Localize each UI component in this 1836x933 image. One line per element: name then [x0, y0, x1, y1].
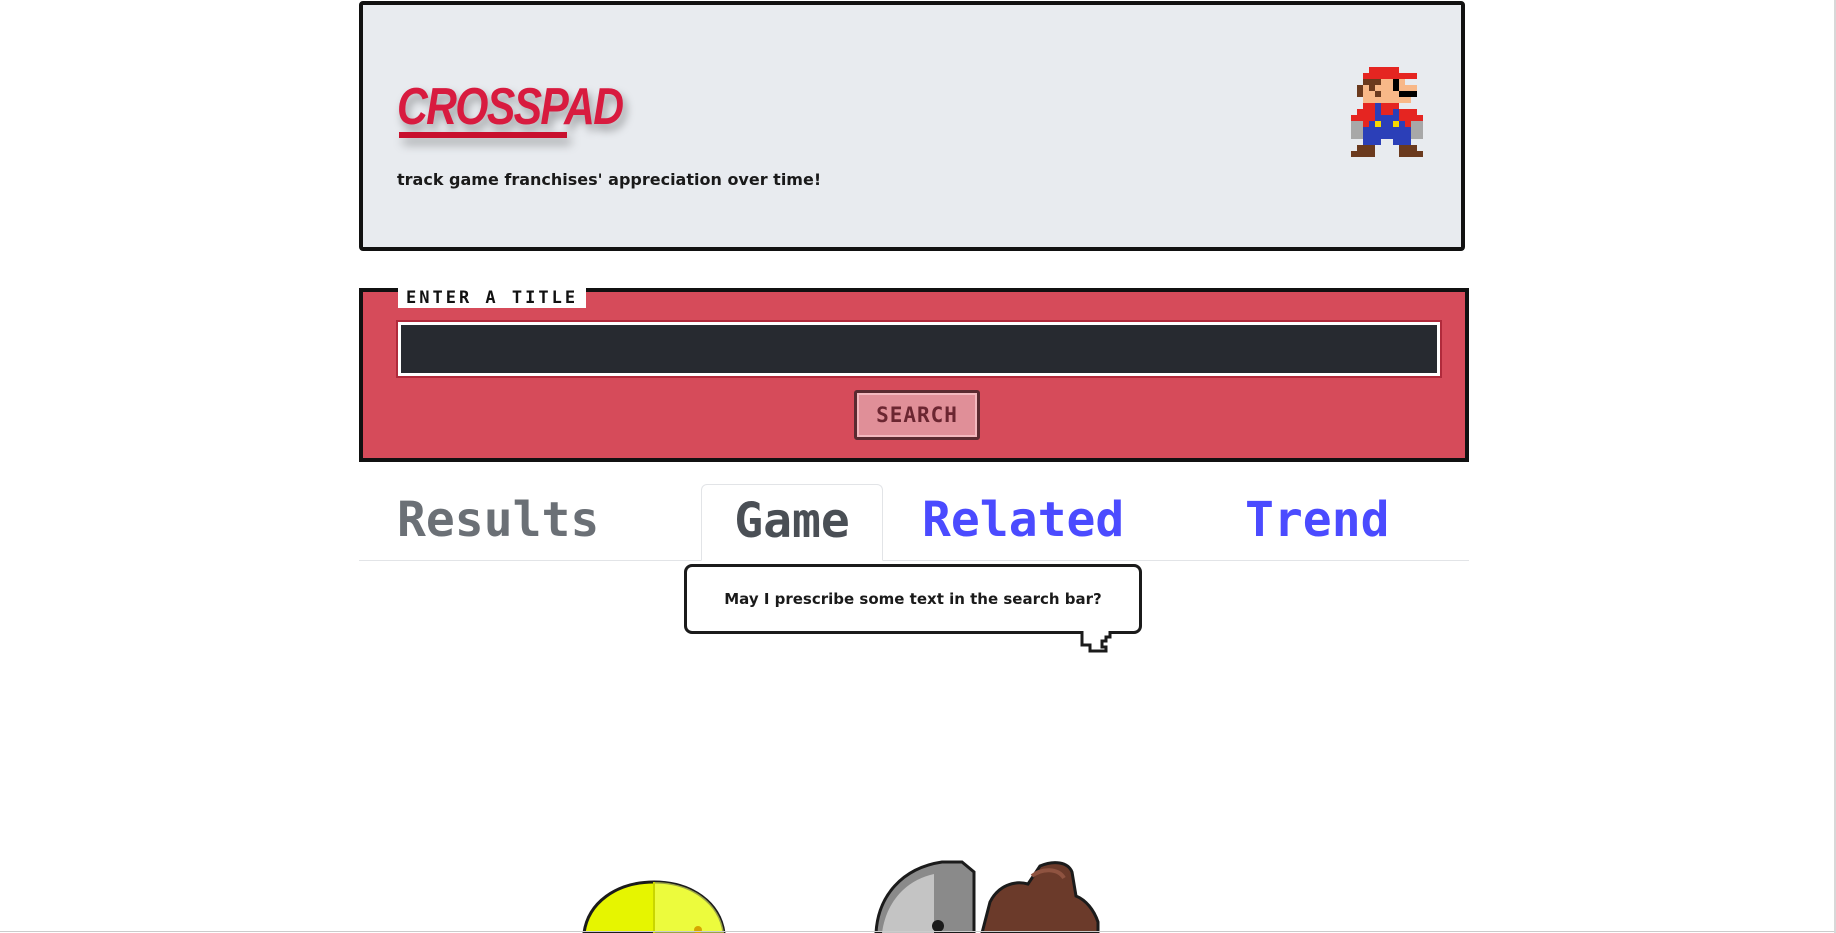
speech-bubble-text: May I prescribe some text in the search …	[724, 590, 1102, 608]
speech-bubble: May I prescribe some text in the search …	[684, 564, 1142, 634]
search-legend: ENTER A TITLE	[398, 288, 587, 308]
tagline: track game franchises' appreciation over…	[397, 170, 822, 189]
yellow-ball-sprite-icon	[582, 880, 726, 933]
search-button[interactable]: SEARCH	[854, 390, 980, 440]
mario-sprite-icon	[1351, 67, 1423, 157]
page: CROSSPAD track game franchises' apprecia…	[0, 0, 1836, 933]
tab-game[interactable]: Game	[701, 484, 883, 561]
header-card: CROSSPAD track game franchises' apprecia…	[359, 1, 1465, 251]
search-panel: ENTER A TITLE SEARCH	[359, 288, 1469, 462]
logo-underline	[399, 132, 567, 138]
tab-related[interactable]: Related	[922, 484, 1124, 560]
logo[interactable]: CROSSPAD	[397, 77, 624, 137]
tab-trend[interactable]: Trend	[1245, 484, 1390, 560]
tab-results[interactable]: Results	[397, 484, 599, 560]
page-bottom-divider	[0, 931, 1836, 932]
satellite-dish-sprite-icon	[874, 860, 1100, 933]
tab-bar: Results Game Related Trend	[359, 484, 1469, 561]
search-input[interactable]	[396, 320, 1442, 378]
speech-bubble-tail-icon	[1080, 631, 1112, 653]
